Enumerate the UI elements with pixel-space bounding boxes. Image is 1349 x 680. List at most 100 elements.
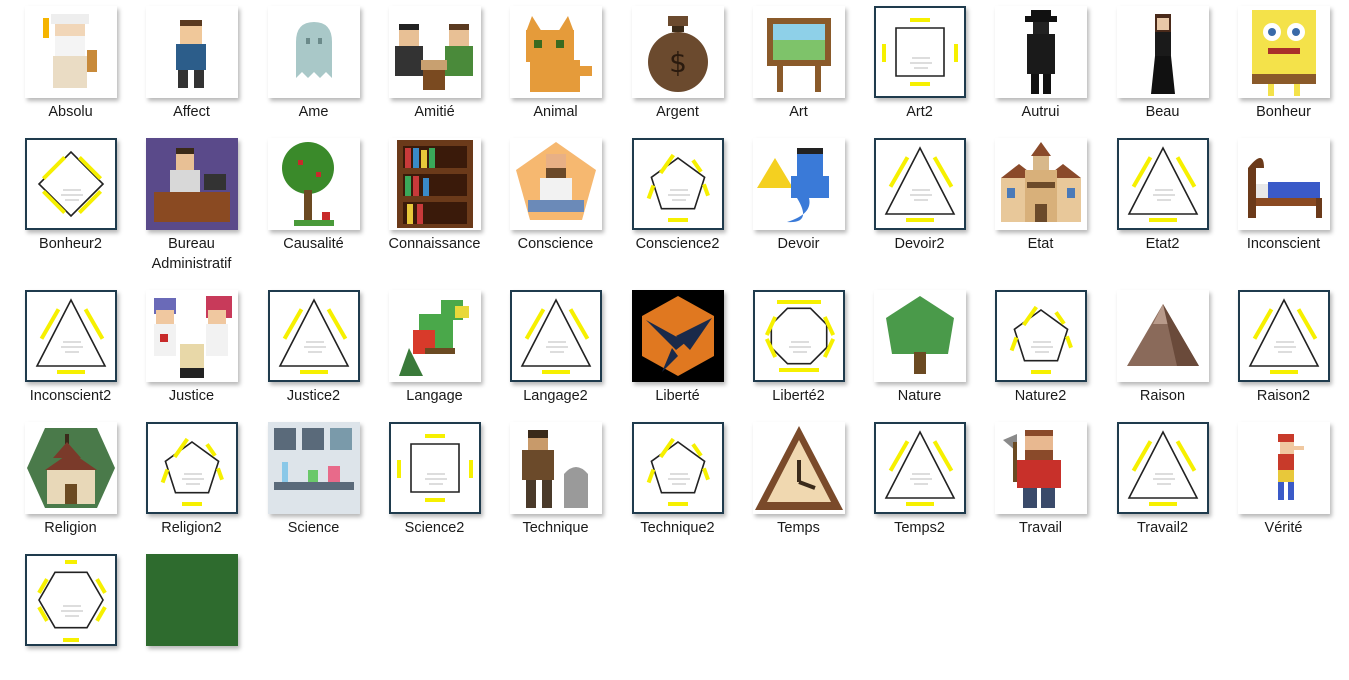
triangle-clock-icon xyxy=(753,422,845,514)
file-item[interactable]: Inconscient2 xyxy=(10,284,131,416)
file-item[interactable]: Art2 xyxy=(859,0,980,132)
file-item[interactable]: Temps xyxy=(738,416,859,548)
triangle-diagram-icon xyxy=(1238,290,1330,382)
file-label: Devoir xyxy=(777,236,820,252)
green-square-icon xyxy=(146,554,238,646)
file-label: Travail xyxy=(1019,520,1062,536)
file-item[interactable]: Nature2 xyxy=(980,284,1101,416)
green-tree-icon xyxy=(874,290,966,382)
triangle-diagram-icon xyxy=(268,290,360,382)
triangle-diagram-icon xyxy=(874,138,966,230)
file-label: Justice xyxy=(168,388,215,404)
two-friends-icon xyxy=(389,6,481,98)
easel-icon xyxy=(753,6,845,98)
file-item[interactable]: Justice xyxy=(131,284,252,416)
file-label: Raison2 xyxy=(1256,388,1311,404)
office-clerk-icon xyxy=(146,138,238,230)
file-item[interactable]: Amitié xyxy=(374,0,495,132)
ghost-icon xyxy=(268,6,360,98)
file-label: Amitié xyxy=(414,104,455,120)
file-label: Raison xyxy=(1139,388,1186,404)
file-item[interactable]: Animal xyxy=(495,0,616,132)
file-item[interactable]: Justice2 xyxy=(253,284,374,416)
file-item[interactable]: Temps2 xyxy=(859,416,980,548)
file-item[interactable]: Causalité xyxy=(253,132,374,264)
file-label: Conscience xyxy=(517,236,594,252)
file-item[interactable]: Technique xyxy=(495,416,616,548)
file-item[interactable]: Raison2 xyxy=(1223,284,1344,416)
old-sage-icon xyxy=(25,6,117,98)
file-item[interactable]: Langage xyxy=(374,284,495,416)
file-label: Autrui xyxy=(1021,104,1060,120)
file-label: Art2 xyxy=(906,104,933,120)
pinocchio-icon xyxy=(1238,422,1330,514)
file-label: Absolu xyxy=(48,104,93,120)
file-label: Bonheur xyxy=(1256,104,1311,120)
file-item[interactable] xyxy=(131,548,252,680)
file-item[interactable]: Technique2 xyxy=(617,416,738,548)
file-item[interactable]: Beau xyxy=(1102,0,1223,132)
laboratory-icon xyxy=(268,422,360,514)
file-item[interactable]: Travail xyxy=(980,416,1101,548)
diamond-diagram-icon xyxy=(25,138,117,230)
file-label: Beau xyxy=(1145,104,1180,120)
file-item[interactable]: Conscience2 xyxy=(617,132,738,264)
file-label: Science xyxy=(287,520,340,536)
file-item[interactable]: Conscience xyxy=(495,132,616,264)
file-label: Argent xyxy=(656,104,699,120)
file-item[interactable]: Bureau Administratif xyxy=(131,132,252,272)
file-label: Vérité xyxy=(1264,520,1303,536)
file-item[interactable]: Langage2 xyxy=(495,284,616,416)
file-item[interactable]: Religion2 xyxy=(131,416,252,548)
file-item[interactable]: Absolu xyxy=(10,0,131,132)
file-item[interactable]: Affect xyxy=(131,0,252,132)
town-hall-icon xyxy=(995,138,1087,230)
file-item[interactable]: Vérité xyxy=(1223,416,1344,548)
cat-icon xyxy=(510,6,602,98)
file-item[interactable]: $ Argent xyxy=(617,0,738,132)
lumberjack-icon xyxy=(995,422,1087,514)
file-label: Animal xyxy=(533,104,578,120)
file-item[interactable]: Connaissance xyxy=(374,132,495,264)
stone-worker-icon xyxy=(510,422,602,514)
file-item[interactable]: Autrui xyxy=(980,0,1101,132)
file-label: Conscience2 xyxy=(635,236,720,252)
hexagon-diagram-icon xyxy=(25,554,117,646)
file-item[interactable]: Bonheur xyxy=(1223,0,1344,132)
parrot-icon xyxy=(389,290,481,382)
square-diagram-icon xyxy=(874,6,966,98)
file-item[interactable]: Ame xyxy=(253,0,374,132)
file-item[interactable]: Travail2 xyxy=(1102,416,1223,548)
file-label: Liberté xyxy=(655,388,700,404)
pentagon-diagram-icon xyxy=(146,422,238,514)
file-item[interactable]: Etat2 xyxy=(1102,132,1223,264)
file-item[interactable] xyxy=(10,548,131,680)
rocket-trio-icon xyxy=(146,290,238,382)
money-bag-icon: $ xyxy=(632,6,724,98)
file-item[interactable]: Nature xyxy=(859,284,980,416)
file-label: Technique2 xyxy=(640,520,715,536)
file-label: Travail2 xyxy=(1136,520,1189,536)
file-item[interactable]: Devoir xyxy=(738,132,859,264)
file-item[interactable]: Devoir2 xyxy=(859,132,980,264)
file-item[interactable]: Etat xyxy=(980,132,1101,264)
file-item[interactable]: Raison xyxy=(1102,284,1223,416)
file-item[interactable]: Art xyxy=(738,0,859,132)
file-label: Liberté2 xyxy=(772,388,825,404)
triangle-diagram-icon xyxy=(25,290,117,382)
file-label: Inconscient xyxy=(1246,236,1321,252)
apple-tree-icon xyxy=(268,138,360,230)
file-item[interactable]: Liberté2 xyxy=(738,284,859,416)
file-label: Temps2 xyxy=(894,520,945,536)
file-label: Religion2 xyxy=(161,520,222,536)
file-item[interactable]: Religion xyxy=(10,416,131,548)
bed-icon xyxy=(1238,138,1330,230)
file-item[interactable]: Bonheur2 xyxy=(10,132,131,264)
file-label: Art xyxy=(789,104,808,120)
file-item[interactable]: Science xyxy=(253,416,374,548)
file-label: Technique xyxy=(522,520,589,536)
chapel-icon xyxy=(25,422,117,514)
file-item[interactable]: Liberté xyxy=(617,284,738,416)
file-item[interactable]: Science2 xyxy=(374,416,495,548)
file-item[interactable]: Inconscient xyxy=(1223,132,1344,264)
